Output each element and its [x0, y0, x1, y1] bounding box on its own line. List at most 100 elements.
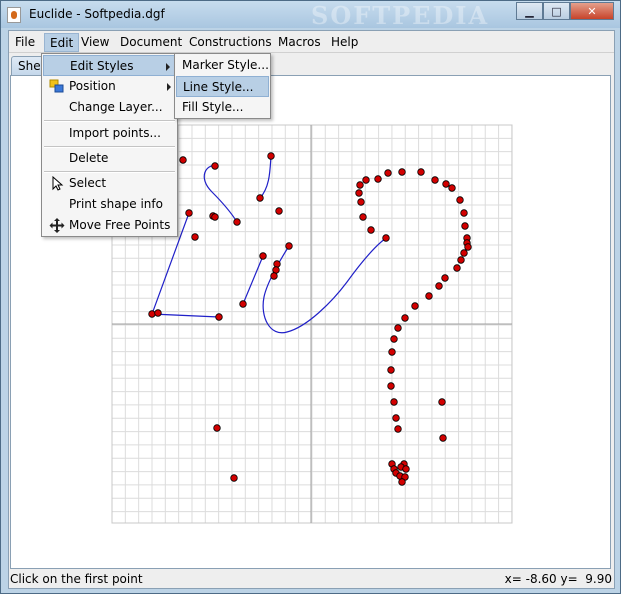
point-marker [438, 398, 446, 406]
point-marker [148, 310, 156, 318]
cursor-coordinates: x= -8.60 y= 9.90 [504, 572, 612, 586]
point-marker [402, 465, 410, 473]
point-marker [356, 181, 364, 189]
point-marker [359, 213, 367, 221]
menu-separator [44, 120, 175, 122]
point-marker [275, 207, 283, 215]
point-marker [464, 243, 472, 251]
point-marker [460, 209, 468, 217]
point-marker [390, 398, 398, 406]
point-marker [442, 180, 450, 188]
application-window: Euclide - Softpedia.dgf SOFTPEDIA ▁ □ ✕ … [0, 0, 621, 594]
point-marker [441, 274, 449, 282]
point-marker [417, 168, 425, 176]
point-marker [398, 168, 406, 176]
position-icon [49, 79, 64, 93]
menu-constructions[interactable]: Constructions [184, 33, 277, 52]
move-icon [49, 218, 65, 233]
point-marker [357, 198, 365, 206]
point-marker [259, 252, 267, 260]
menu-file[interactable]: File [10, 33, 40, 52]
softpedia-watermark: SOFTPEDIA [311, 1, 490, 30]
menu-item-label: Position [69, 79, 116, 93]
menu-item-edit-styles[interactable]: Edit Styles [43, 55, 176, 76]
menu-edit[interactable]: Edit [44, 33, 80, 52]
point-marker [411, 302, 419, 310]
menu-item-print-shape-info[interactable]: Print shape info [43, 194, 176, 215]
menu-item-marker-style[interactable]: Marker Style... [176, 55, 269, 76]
point-marker [272, 266, 280, 274]
point-marker [387, 382, 395, 390]
menu-item-select[interactable]: Select [43, 173, 176, 194]
point-marker [461, 222, 469, 230]
point-marker [382, 234, 390, 242]
point-marker [256, 194, 264, 202]
point-marker [230, 474, 238, 482]
point-marker [394, 324, 402, 332]
status-message: Click on the first point [10, 572, 143, 586]
java-app-icon [7, 7, 21, 23]
menu-item-move-free-points[interactable]: Move Free Points [43, 215, 176, 236]
point-marker [273, 260, 281, 268]
point-marker [388, 348, 396, 356]
point-marker [213, 424, 221, 432]
menu-item-import-points[interactable]: Import points... [43, 123, 176, 144]
point-marker [394, 425, 402, 433]
point-marker [387, 366, 395, 374]
menu-document[interactable]: Document [115, 33, 187, 52]
close-icon: ✕ [587, 4, 597, 18]
point-marker [384, 169, 392, 177]
point-marker [215, 313, 223, 321]
menu-item-label: Select [69, 176, 107, 190]
title-bar[interactable]: Euclide - Softpedia.dgf SOFTPEDIA ▁ □ ✕ [1, 1, 620, 30]
point-marker [185, 209, 193, 217]
point-marker [285, 242, 293, 250]
edit-menu-dropdown: Edit Styles Position Change Layer... Imp… [41, 53, 178, 237]
point-marker [362, 176, 370, 184]
point-marker [191, 233, 199, 241]
point-marker [179, 156, 187, 164]
minimize-button[interactable]: ▁ [516, 2, 543, 20]
minimize-icon: ▁ [525, 4, 534, 18]
edit-styles-submenu: Marker Style... Line Style... Fill Style… [174, 53, 271, 119]
point-marker [425, 292, 433, 300]
menu-item-position[interactable]: Position [43, 76, 176, 97]
point-marker [367, 226, 375, 234]
point-marker [355, 189, 363, 197]
maximize-button[interactable]: □ [543, 2, 570, 20]
point-marker [390, 335, 398, 343]
point-marker [239, 300, 247, 308]
curve-segment [242, 255, 264, 305]
menu-macros[interactable]: Macros [273, 33, 326, 52]
point-marker [211, 162, 219, 170]
menu-item-label: Edit Styles [70, 59, 134, 73]
point-marker [431, 176, 439, 184]
window-controls: ▁ □ ✕ [516, 2, 614, 20]
point-marker [460, 249, 468, 257]
maximize-icon: □ [551, 4, 562, 18]
point-marker [435, 282, 443, 290]
point-marker [267, 152, 275, 160]
menu-item-change-layer[interactable]: Change Layer... [43, 97, 176, 118]
point-marker [448, 184, 456, 192]
menu-item-line-style[interactable]: Line Style... [176, 76, 269, 97]
point-marker [457, 256, 465, 264]
point-marker [270, 272, 278, 280]
point-marker [374, 175, 382, 183]
menu-item-fill-style[interactable]: Fill Style... [176, 97, 269, 118]
window-title: Euclide - Softpedia.dgf [29, 7, 165, 21]
cursor-arrow-icon [52, 176, 64, 191]
point-marker [392, 414, 400, 422]
status-bar: Click on the first point x= -8.60 y= 9.9… [9, 571, 614, 588]
menu-help[interactable]: Help [326, 33, 363, 52]
menu-view[interactable]: View [76, 33, 114, 52]
menu-bar: File Edit View Document Constructions Ma… [9, 31, 614, 53]
point-marker [211, 213, 219, 221]
point-marker [401, 314, 409, 322]
menu-item-delete[interactable]: Delete [43, 148, 176, 169]
point-marker [439, 434, 447, 442]
submenu-arrow-icon [166, 63, 170, 71]
point-marker [398, 478, 406, 486]
close-button[interactable]: ✕ [570, 2, 614, 20]
point-marker [456, 196, 464, 204]
